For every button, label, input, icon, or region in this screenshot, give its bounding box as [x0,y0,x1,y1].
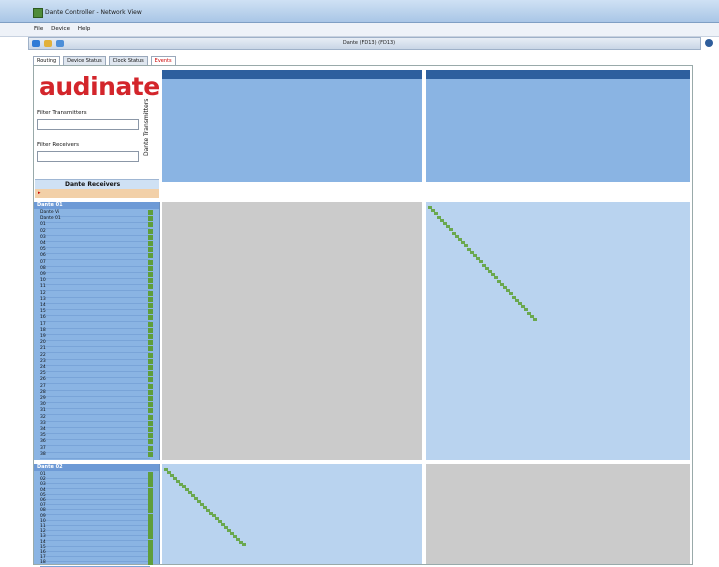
help-icon[interactable] [705,39,713,47]
receiver-row[interactable]: 38 [40,451,153,459]
status-check-icon [148,396,153,401]
dante-receivers-header: Dante Receivers [35,179,159,189]
receiver-row[interactable]: 18 [40,560,153,567]
audinate-logo: audinate [39,72,160,101]
status-check-icon [148,272,153,277]
status-check-icon [148,383,153,389]
status-check-icon [148,433,153,439]
status-check-icon [148,371,153,377]
toolbar-title: Dante (FD13) (FD13) [342,40,396,46]
menu-file[interactable]: File [34,26,43,32]
status-check-icon [148,216,153,222]
routing-view: audinate Filter Transmitters Filter Rece… [33,65,693,567]
status-check-icon [148,222,153,228]
status-check-icon [148,253,153,259]
status-check-icon [148,445,153,451]
app-icon [33,8,43,18]
status-check-icon [148,309,153,315]
menu-help[interactable]: Help [78,26,91,32]
status-check-icon [148,389,153,395]
status-check-icon [148,278,153,284]
window-title: Dante Controller - Network View [45,9,142,16]
network-icon[interactable] [56,40,64,47]
receiver-group-header-2[interactable]: Dante 02 [34,464,159,471]
status-check-icon [148,377,153,383]
status-check-icon [148,321,153,327]
status-check-icon [148,241,153,246]
status-check-icon [148,315,153,321]
status-check-icon [148,296,153,302]
status-check-icon [148,210,153,215]
transmitters-vertical-label: Dante Transmitters [143,98,150,156]
status-check-icon [148,365,153,370]
status-check-icon [148,228,153,234]
folder-icon[interactable] [44,40,52,47]
status-check-icon [148,451,153,457]
menu-device[interactable]: Device [51,26,70,32]
filter-receivers-input[interactable] [37,151,139,162]
status-check-icon [148,284,153,290]
title-bar: Dante Controller - Network View [0,0,719,23]
matrix-block-2-1[interactable] [162,464,422,564]
toolbar: Dante (FD13) (FD13) [28,37,713,50]
tab-bar: Routing Device Status Clock Status Event… [33,56,177,65]
status-check-icon [148,265,153,271]
status-check-icon [148,439,153,445]
matrix-block-1-2[interactable] [426,202,690,460]
status-check-icon [148,247,153,253]
status-check-icon [148,408,153,414]
filter-receivers-label: Filter Receivers [37,142,80,148]
status-check-icon [148,352,153,358]
transmitter-header-grid [162,70,690,184]
tab-clock-status[interactable]: Clock Status [108,56,148,65]
receiver-group-header-1[interactable]: Dante 01 [34,202,159,209]
status-check-icon [148,420,153,426]
status-check-icon [148,358,153,364]
status-check-icon [148,327,153,333]
status-check-icon [148,414,153,420]
matrix-block-2-2[interactable] [426,464,690,564]
filter-transmitters-label: Filter Transmitters [37,110,87,116]
tab-device-status[interactable]: Device Status [63,56,106,65]
status-check-icon [148,560,153,566]
refresh-icon[interactable] [32,40,40,47]
route-mark[interactable] [533,318,537,321]
status-check-icon [148,346,153,352]
status-check-icon [148,402,153,408]
status-check-icon [148,290,153,296]
status-check-icon [148,234,153,240]
menu-bar: File Device Help [0,23,719,37]
filter-transmitters-input[interactable] [37,119,139,130]
transmitter-channel-strip [162,70,690,79]
status-check-icon [148,259,153,265]
matrix-block-1-1[interactable] [162,202,422,460]
grid-divider-horizontal-1 [162,182,690,185]
tab-events[interactable]: Events [150,56,176,65]
status-check-icon [148,334,153,339]
status-check-icon [148,340,153,346]
tab-routing[interactable]: Routing [33,56,61,65]
route-mark[interactable] [242,543,246,547]
status-check-icon [148,303,153,308]
status-check-icon [148,427,153,432]
grid-divider-vertical-1 [422,70,426,198]
receivers-collapse-bar[interactable]: ▸ [35,189,159,198]
